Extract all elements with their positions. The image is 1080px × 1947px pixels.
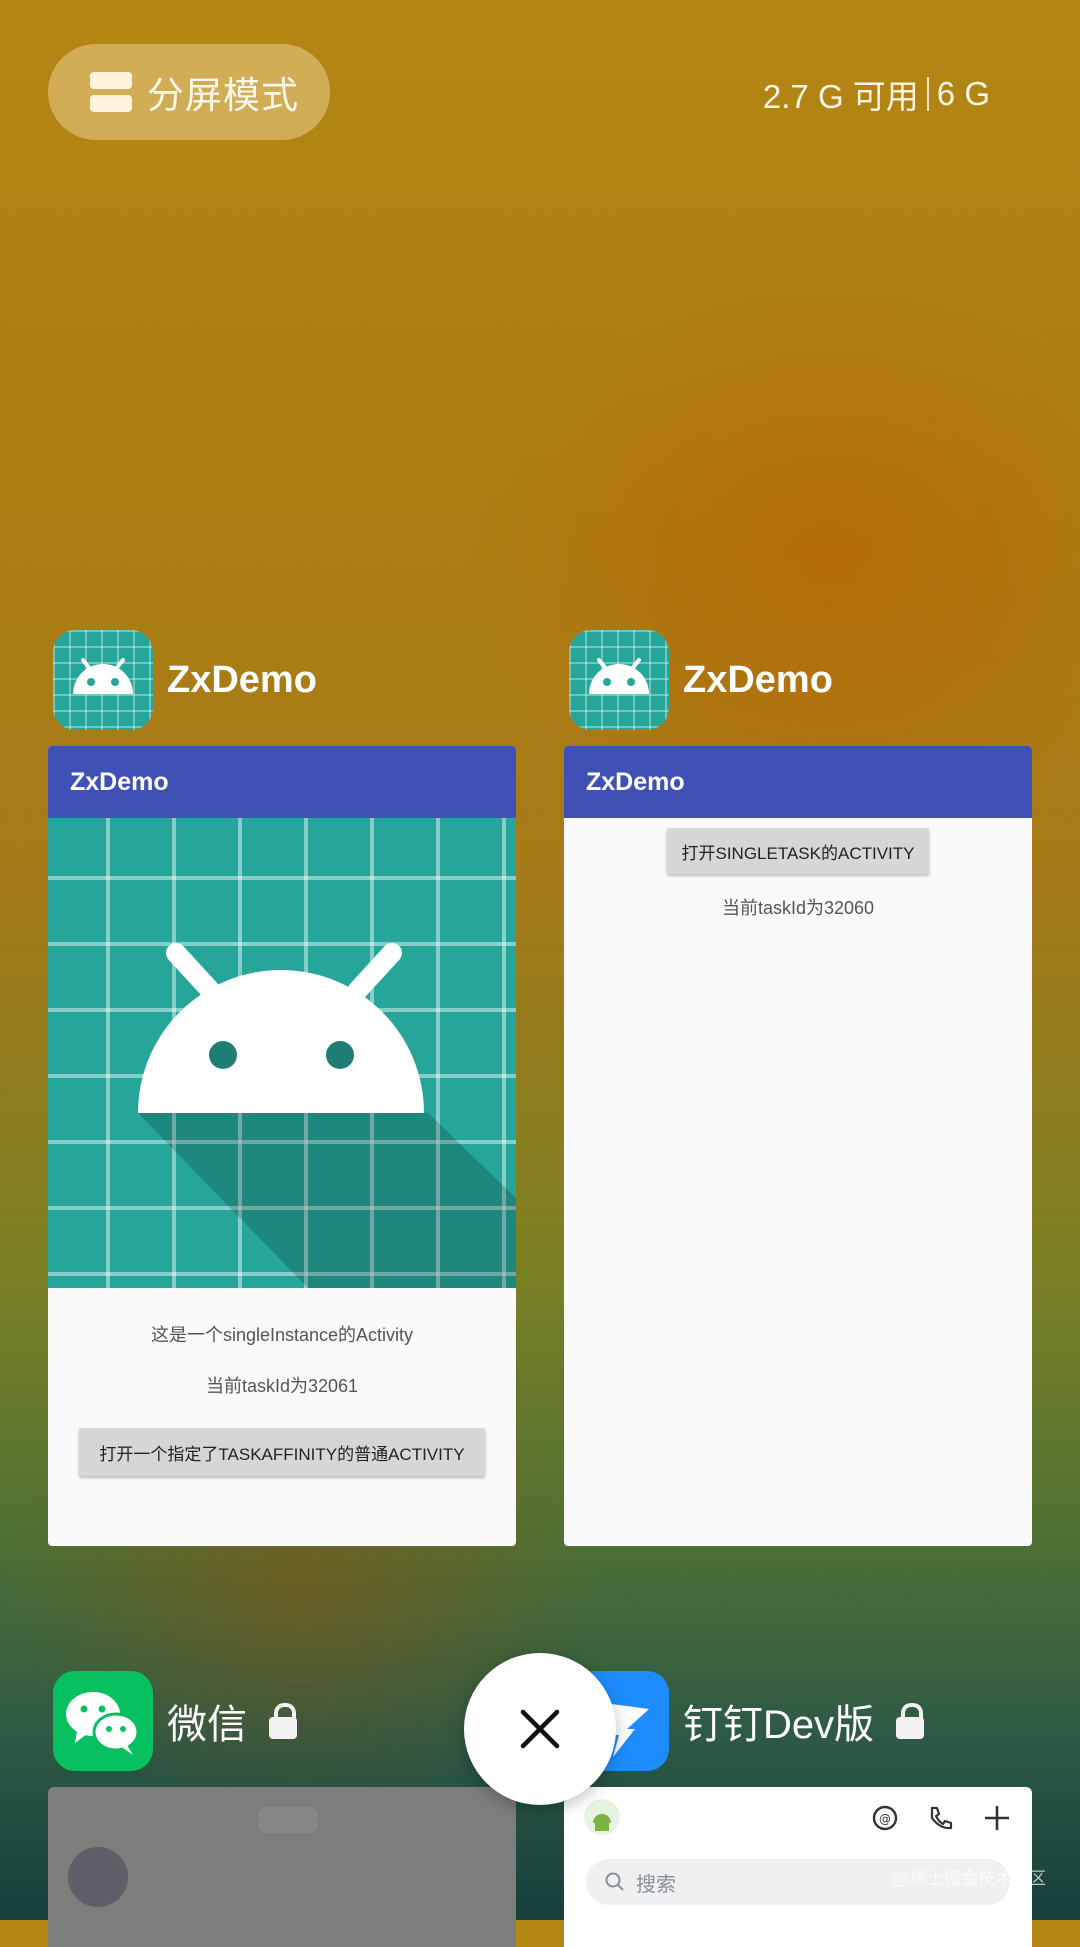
- android-icon: [53, 630, 153, 730]
- memory-indicator: 2.7 G 可用 6 G: [763, 70, 990, 118]
- app-header-dingtalk[interactable]: 钉钉Dev版: [569, 1671, 925, 1771]
- app-header-wechat[interactable]: 微信: [53, 1671, 297, 1771]
- card-app-bar: ZxDemo: [48, 746, 516, 818]
- add-icon[interactable]: [982, 1803, 1012, 1838]
- app-header-zxdemo-2[interactable]: ZxDemo: [569, 630, 833, 730]
- card-text-task-id: 当前taskId为32061: [205, 1376, 359, 1396]
- blurred-title: [258, 1807, 318, 1833]
- android-icon: [569, 630, 669, 730]
- card-text-activity-type: 这是一个singleInstance的Activity: [150, 1325, 414, 1345]
- card-text-task-id: 当前taskId为32060: [721, 898, 875, 918]
- svg-text:@: @: [879, 1812, 891, 1826]
- recent-card-zxdemo-1[interactable]: ZxDemo 这是一个singleInstance的Activity 当前tas…: [48, 746, 516, 1546]
- close-all-button[interactable]: [464, 1653, 616, 1805]
- memory-available: 2.7 G 可用: [762, 78, 919, 115]
- app-name: 微信: [167, 1703, 247, 1747]
- avatar: [584, 1799, 620, 1835]
- split-screen-label: 分屏模式: [147, 75, 299, 116]
- wechat-icon: [53, 1671, 153, 1771]
- phone-icon[interactable]: [926, 1803, 956, 1838]
- memory-total: 6 G: [936, 75, 990, 112]
- split-screen-icon: [90, 72, 132, 112]
- lock-icon: [896, 1703, 925, 1739]
- open-singletask-activity-button[interactable]: 打开SINGLETASK的ACTIVITY: [667, 828, 929, 874]
- app-header-zxdemo-1[interactable]: ZxDemo: [53, 630, 317, 730]
- search-placeholder: 搜索: [636, 1873, 676, 1896]
- app-name: ZxDemo: [167, 658, 317, 701]
- android-hero-image: [48, 818, 516, 1288]
- search-icon: [605, 1872, 624, 1891]
- recent-card-wechat[interactable]: [48, 1787, 516, 1947]
- app-name: ZxDemo: [683, 658, 833, 701]
- recent-card-zxdemo-2[interactable]: ZxDemo 打开SINGLETASK的ACTIVITY 当前taskId为32…: [564, 746, 1032, 1546]
- avatar: [68, 1847, 128, 1907]
- open-taskaffinity-activity-button[interactable]: 打开一个指定了TASKAFFINITY的普通ACTIVITY: [79, 1428, 485, 1476]
- close-icon: [520, 1709, 560, 1749]
- app-name: 钉钉Dev版: [683, 1703, 875, 1747]
- card-app-bar: ZxDemo: [564, 746, 1032, 818]
- memory-divider: [926, 77, 929, 111]
- message-icon[interactable]: @: [870, 1803, 900, 1838]
- split-screen-button[interactable]: 分屏模式: [48, 44, 330, 140]
- watermark: @稀土掘金技术社区: [892, 1869, 1046, 1888]
- lock-icon: [269, 1703, 297, 1739]
